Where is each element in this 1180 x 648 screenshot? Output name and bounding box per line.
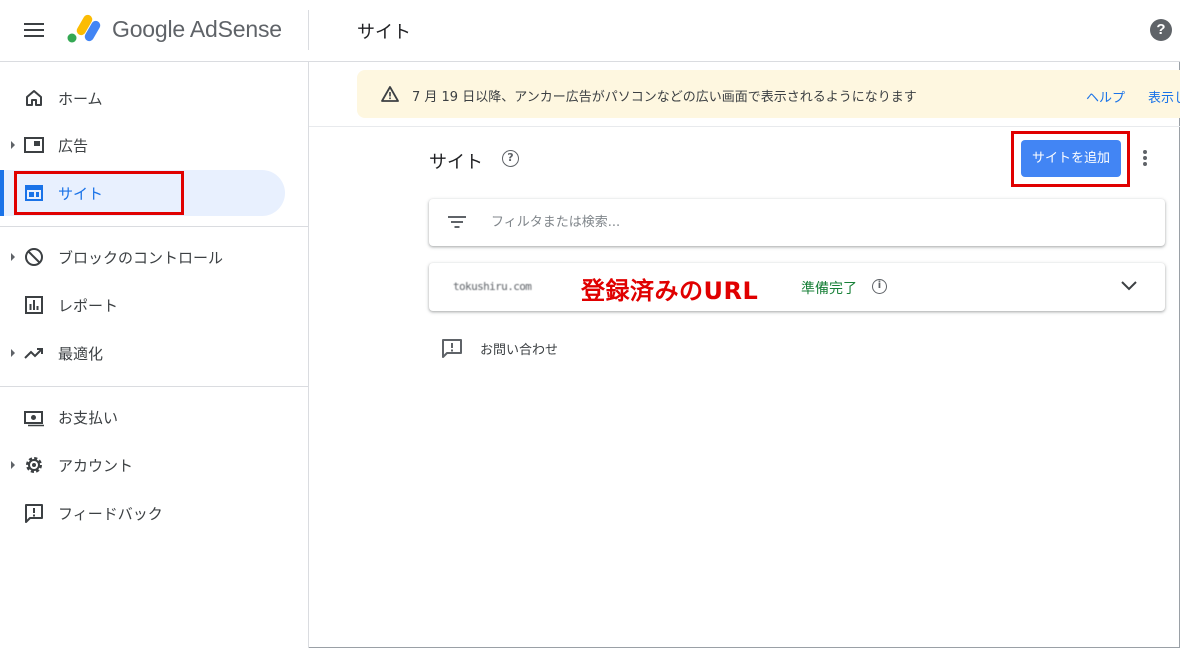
payments-icon [24, 411, 44, 427]
highlight-box-sites [14, 171, 184, 215]
report-icon [25, 296, 43, 314]
gear-icon [26, 457, 42, 473]
sidebar-item-label: レポート [58, 297, 119, 315]
sidebar-item-label: ホーム [58, 90, 103, 108]
menu-icon[interactable] [24, 20, 46, 40]
sidebar-item-label: フィードバック [58, 505, 163, 523]
highlight-box-add-site [1011, 131, 1130, 187]
home-icon [26, 90, 42, 106]
site-url: tokushiru.com [453, 280, 532, 293]
sidebar-item-label: アカウント [58, 457, 134, 475]
header-divider [308, 10, 309, 50]
banner-message: 7 月 19 日以降、アンカー広告がパソコンなどの広い画面で表示されるようになり… [412, 90, 917, 105]
expand-caret-icon [11, 349, 15, 357]
sidebar-item-feedback[interactable]: フィードバック [0, 490, 285, 536]
sidebar-item-block-controls[interactable]: ブロックのコントロール [0, 234, 285, 280]
brand-name: Google AdSense [112, 16, 282, 42]
active-indicator [0, 170, 4, 216]
sidebar-item-report[interactable]: レポート [0, 282, 285, 328]
adsense-logo-icon [67, 14, 101, 43]
warning-icon [381, 86, 399, 102]
feedback-icon [442, 339, 462, 358]
app-header: Google AdSense サイト ? [0, 0, 1180, 62]
trending-up-icon [24, 348, 43, 359]
sidebar-divider [0, 386, 309, 387]
sidebar-divider [0, 226, 309, 227]
site-row[interactable]: tokushiru.com 登録済みのURL 準備完了 i [429, 263, 1165, 311]
annotation-label: 登録済みのURL [581, 277, 759, 305]
help-circle-icon[interactable]: ? [502, 150, 519, 167]
sidebar-item-account[interactable]: アカウント [0, 442, 285, 488]
sidebar-item-optimize[interactable]: 最適化 [0, 330, 285, 376]
filter-bar [429, 199, 1165, 246]
section-title: サイト [429, 152, 483, 173]
sidebar-item-label: ブロックのコントロール [58, 249, 224, 267]
sidebar-item-label: 広告 [58, 137, 89, 155]
feedback-icon [25, 504, 43, 523]
banner-show-link[interactable]: 表示し [1148, 87, 1180, 106]
notice-banner: 7 月 19 日以降、アンカー広告がパソコンなどの広い画面で表示されるようになり… [357, 70, 1180, 118]
sidebar-item-label: お支払い [58, 409, 119, 427]
more-vert-icon[interactable] [1140, 150, 1150, 170]
block-icon [25, 248, 43, 266]
main-divider [309, 126, 1180, 127]
ads-icon [24, 137, 44, 153]
filter-icon [448, 216, 466, 228]
expand-caret-icon [11, 253, 15, 261]
info-icon[interactable]: i [872, 279, 887, 294]
page-title: サイト [357, 22, 411, 43]
expand-caret-icon [11, 141, 15, 149]
chevron-down-icon[interactable] [1119, 279, 1139, 293]
filter-search-input[interactable] [491, 210, 1131, 234]
banner-help-link[interactable]: ヘルプ [1086, 87, 1125, 106]
sidebar-item-label: 最適化 [58, 345, 104, 363]
sidebar-item-home[interactable]: ホーム [0, 75, 285, 121]
help-icon[interactable]: ? [1150, 19, 1172, 41]
sidebar: ホーム 広告 サイト ブロックのコントロール レポート 最適化 お支払い アカウ… [0, 62, 309, 648]
sidebar-item-payments[interactable]: お支払い [0, 394, 285, 440]
expand-caret-icon [11, 461, 15, 469]
sidebar-item-ads[interactable]: 広告 [0, 122, 285, 168]
contact-label: お問い合わせ [480, 343, 559, 358]
status-badge: 準備完了 [801, 281, 857, 297]
